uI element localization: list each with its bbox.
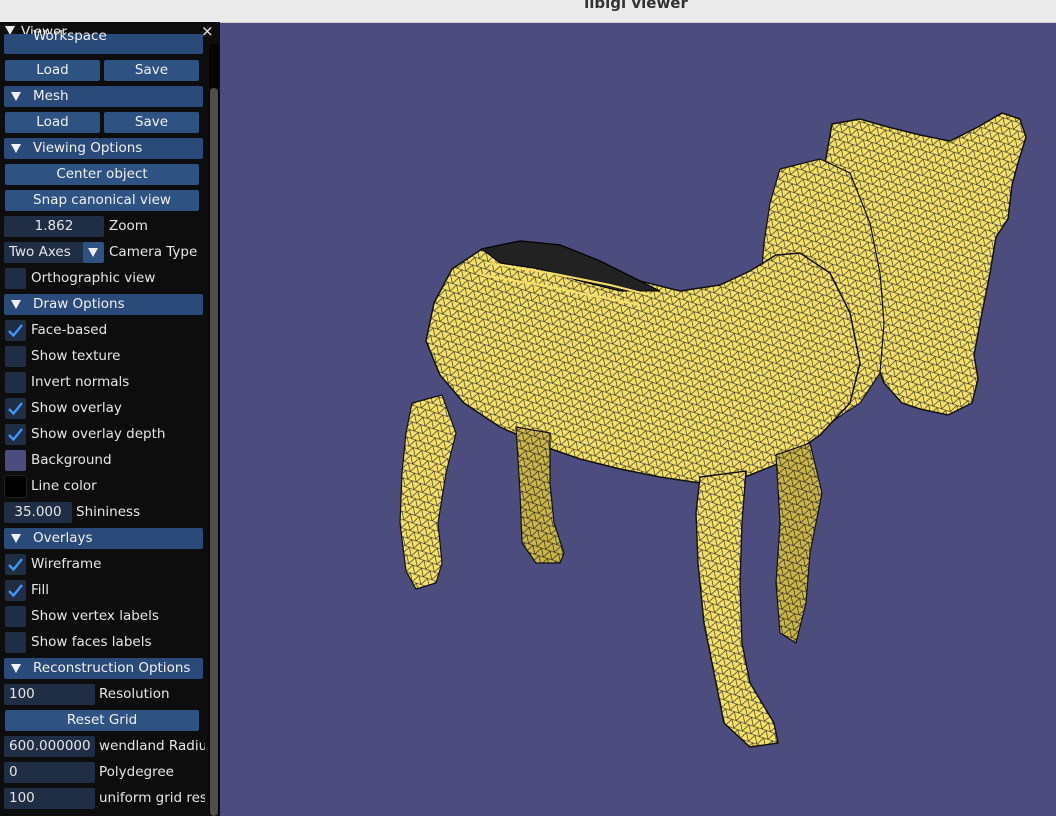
mesh-load-button[interactable]: Load (5, 112, 100, 133)
header-workspace[interactable]: Workspace (4, 28, 203, 54)
collapse-triangle-icon (11, 300, 21, 309)
uniform-grid-input[interactable]: 100 (4, 788, 95, 809)
header-draw-label: Draw Options (33, 296, 125, 312)
show-overlay-depth-label: Show overlay depth (31, 426, 166, 442)
viewer-panel: Viewer × Workspace Load Save Mesh Load S… (0, 22, 220, 816)
workspace-save-button[interactable]: Save (104, 60, 199, 81)
background-label: Background (31, 452, 112, 468)
collapse-triangle-icon (11, 92, 21, 101)
horse-mesh[interactable] (220, 23, 1056, 816)
collapse-triangle-icon (11, 664, 21, 673)
fill-label: Fill (31, 582, 50, 598)
check-icon (8, 402, 23, 416)
camera-type-dropdown-button[interactable] (83, 242, 104, 263)
center-object-button[interactable]: Center object (5, 164, 199, 185)
header-mesh[interactable]: Mesh (4, 86, 203, 107)
polydegree-input[interactable]: 0 (4, 762, 95, 783)
check-icon (8, 428, 23, 442)
wendland-radius-label: wendland Radius (99, 738, 205, 754)
face-based-checkbox[interactable] (5, 320, 26, 341)
header-viewing-label: Viewing Options (33, 140, 143, 156)
header-overlays[interactable]: Overlays (4, 528, 203, 549)
collapse-triangle-icon (11, 144, 21, 153)
show-overlay-checkbox[interactable] (5, 398, 26, 419)
background-color-swatch[interactable] (5, 450, 26, 471)
header-reconstruction-label: Reconstruction Options (33, 660, 191, 676)
faces-labels-checkbox[interactable] (5, 632, 26, 653)
resolution-label: Resolution (99, 686, 170, 702)
invert-normals-checkbox[interactable] (5, 372, 26, 393)
header-workspace-label: Workspace (33, 28, 107, 44)
vertex-labels-label: Show vertex labels (31, 608, 159, 624)
show-overlay-label: Show overlay (31, 400, 122, 416)
vertex-labels-checkbox[interactable] (5, 606, 26, 627)
snap-canonical-view-button[interactable]: Snap canonical view (5, 190, 199, 211)
show-texture-checkbox[interactable] (5, 346, 26, 367)
line-color-label: Line color (31, 478, 97, 494)
check-icon (8, 324, 23, 338)
face-based-label: Face-based (31, 322, 108, 338)
window-titlebar: libigl viewer (0, 0, 1056, 23)
3d-viewport[interactable] (220, 23, 1056, 816)
check-icon (8, 558, 23, 572)
orthographic-checkbox[interactable] (5, 268, 26, 289)
check-icon (8, 584, 23, 598)
faces-labels-label: Show faces labels (31, 634, 152, 650)
invert-normals-label: Invert normals (31, 374, 130, 390)
wireframe-label: Wireframe (31, 556, 102, 572)
orthographic-label: Orthographic view (31, 270, 156, 286)
resolution-input[interactable]: 100 (4, 684, 95, 705)
show-overlay-depth-checkbox[interactable] (5, 424, 26, 445)
zoom-label: Zoom (109, 218, 148, 234)
header-mesh-label: Mesh (33, 88, 69, 104)
header-reconstruction-options[interactable]: Reconstruction Options (4, 658, 203, 679)
header-viewing-options[interactable]: Viewing Options (4, 138, 203, 159)
uniform-grid-label: uniform grid resolution (99, 790, 205, 806)
collapse-triangle-icon (11, 534, 21, 543)
wireframe-checkbox[interactable] (5, 554, 26, 575)
chevron-down-icon (88, 248, 98, 257)
header-draw-options[interactable]: Draw Options (4, 294, 203, 315)
camera-type-label: Camera Type (109, 244, 198, 260)
mesh-save-button[interactable]: Save (104, 112, 199, 133)
zoom-input[interactable]: 1.862 (4, 216, 104, 237)
shininess-label: Shininess (76, 504, 141, 520)
fill-checkbox[interactable] (5, 580, 26, 601)
line-color-swatch[interactable] (4, 475, 27, 498)
header-overlays-label: Overlays (33, 530, 93, 546)
reset-grid-button[interactable]: Reset Grid (5, 710, 199, 731)
panel-scrollbar[interactable] (209, 44, 219, 816)
wendland-radius-input[interactable]: 600.000000 (4, 736, 95, 757)
polydegree-label: Polydegree (99, 764, 174, 780)
shininess-input[interactable]: 35.000 (4, 502, 72, 523)
show-texture-label: Show texture (31, 348, 121, 364)
window-title: libigl viewer (584, 0, 688, 12)
camera-type-select[interactable]: Two Axes (4, 242, 87, 263)
workspace-load-button[interactable]: Load (5, 60, 100, 81)
panel-scrollbar-thumb[interactable] (210, 88, 218, 816)
